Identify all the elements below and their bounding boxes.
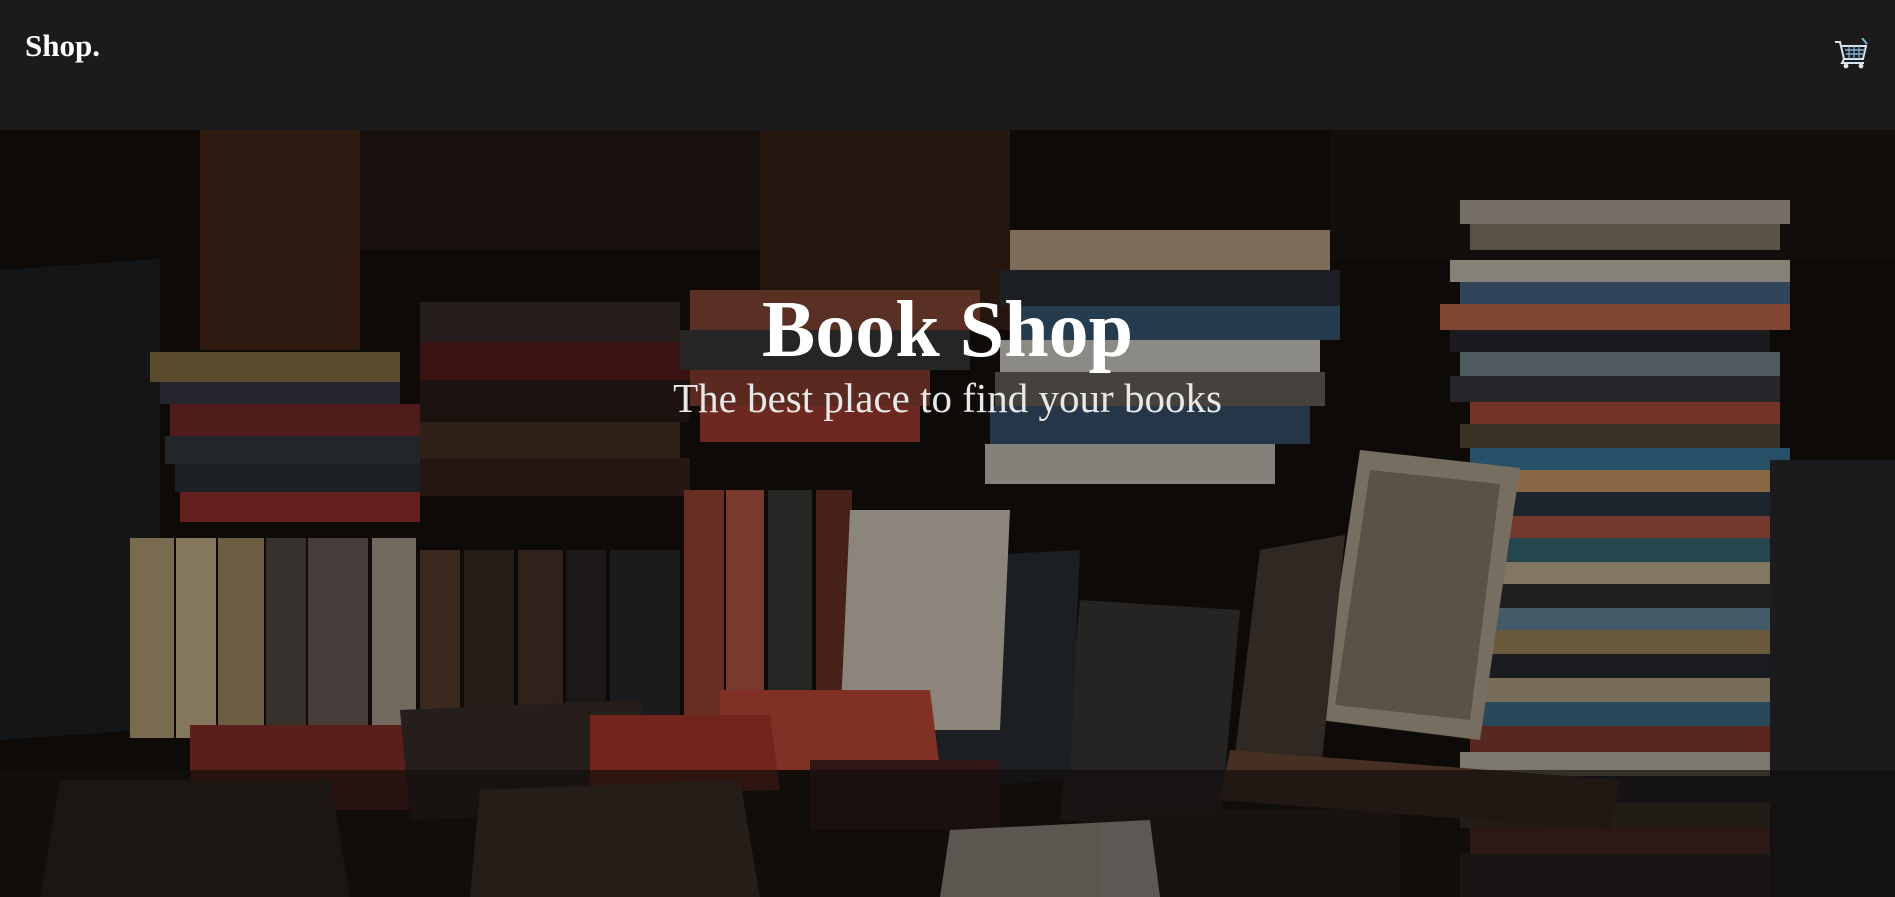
top-navbar: Shop. [0, 0, 1895, 130]
hero-title: Book Shop [761, 286, 1134, 374]
hero-subtitle: The best place to find your books [673, 375, 1222, 421]
hero-section: Book Shop The best place to find your bo… [0, 130, 1895, 897]
brand-logo[interactable]: Shop. [25, 28, 100, 64]
hero-dark-overlay [0, 130, 1895, 897]
shopping-cart-icon[interactable] [1834, 37, 1868, 70]
